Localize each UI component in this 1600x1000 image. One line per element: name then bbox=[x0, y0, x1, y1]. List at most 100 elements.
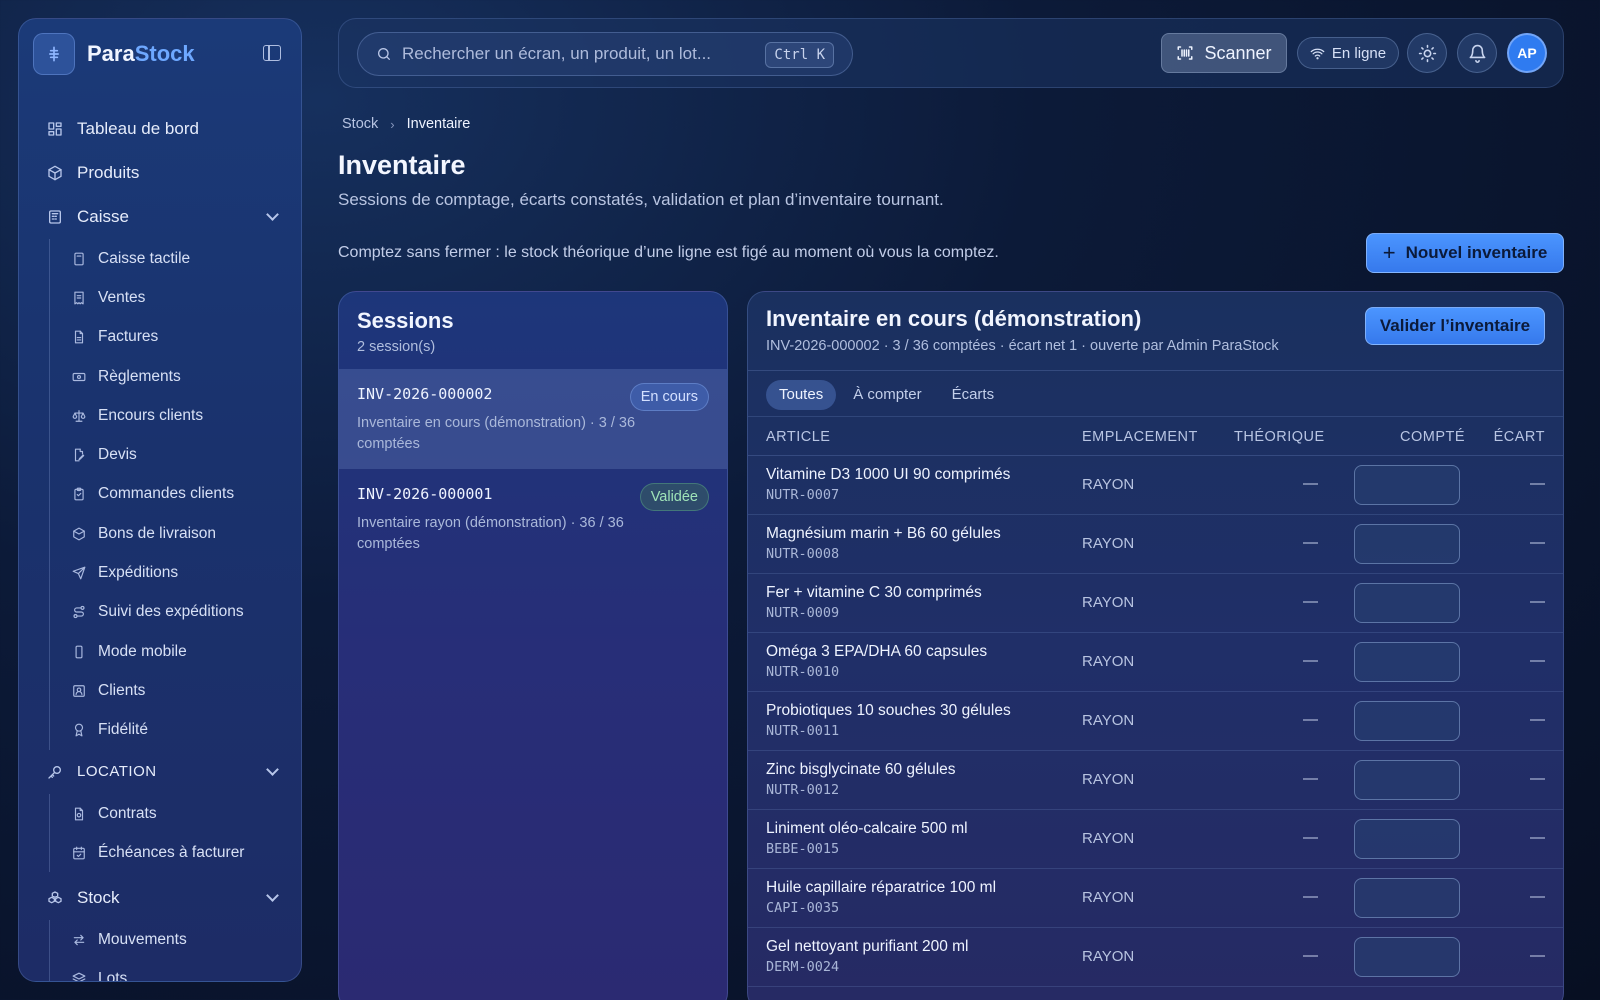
sidebar-item-location[interactable]: LOCATION bbox=[19, 750, 301, 794]
theoretical-value: — bbox=[1303, 534, 1318, 551]
search-box[interactable]: Ctrl K bbox=[357, 32, 853, 76]
banknote-icon bbox=[72, 370, 86, 384]
article-name: Zinc bisglycinate 60 gélules bbox=[766, 761, 956, 778]
counted-input[interactable] bbox=[1354, 760, 1460, 800]
wifi-icon bbox=[1310, 46, 1325, 61]
column-gap[interactable]: ÉCART bbox=[1494, 429, 1545, 445]
counted-input[interactable] bbox=[1354, 642, 1460, 682]
article-code: DERM-0024 bbox=[766, 959, 840, 975]
scale-icon bbox=[72, 409, 86, 423]
sidebar-item-devis[interactable]: Devis bbox=[50, 435, 301, 474]
sidebar-item-dashboard[interactable]: Tableau de bord bbox=[19, 107, 301, 151]
article-location: RAYON bbox=[1082, 653, 1135, 670]
column-counted[interactable]: COMPTÉ bbox=[1400, 429, 1465, 445]
article-name: Huile capillaire réparatrice 100 ml bbox=[766, 879, 997, 896]
column-location[interactable]: EMPLACEMENT bbox=[1082, 429, 1198, 445]
chevron-down-icon[interactable] bbox=[266, 208, 279, 221]
sidebar-item-expeditions[interactable]: Expéditions bbox=[50, 553, 301, 592]
scan-button-label: Scanner bbox=[1204, 42, 1272, 63]
divider bbox=[748, 370, 1563, 371]
route-icon bbox=[72, 605, 86, 619]
article-name: Gel nettoyant purifiant 200 ml bbox=[766, 938, 969, 955]
sidebar-item-label: Tableau de bord bbox=[77, 119, 199, 138]
scan-button[interactable]: Scanner bbox=[1161, 33, 1287, 73]
gap-value: — bbox=[1530, 711, 1545, 728]
sidebar-item-factures[interactable]: Factures bbox=[50, 318, 301, 357]
theoretical-value: — bbox=[1303, 829, 1318, 846]
counted-input[interactable] bbox=[1354, 819, 1460, 859]
sidebar-item-products[interactable]: Produits bbox=[19, 151, 301, 195]
counted-input[interactable] bbox=[1354, 937, 1460, 977]
breadcrumb-parent[interactable]: Stock bbox=[342, 116, 378, 132]
article-location: RAYON bbox=[1082, 830, 1135, 847]
sidebar-item-commandes-clients[interactable]: Commandes clients bbox=[50, 475, 301, 514]
article-code: NUTR-0009 bbox=[766, 605, 840, 621]
sidebar-toggle-icon[interactable] bbox=[263, 45, 281, 61]
sessions-panel: Sessions 2 session(s) INV-2026-000002 En… bbox=[338, 291, 728, 1000]
sidebar-item-bons-livraison[interactable]: Bons de livraison bbox=[50, 514, 301, 553]
sessions-title: Sessions bbox=[357, 308, 454, 333]
column-theoretical[interactable]: THÉORIQUE bbox=[1234, 429, 1325, 445]
sidebar-item-fidelite[interactable]: Fidélité bbox=[50, 711, 301, 750]
stock-submenu: Mouvements Lots bbox=[49, 920, 301, 981]
chevron-right-icon: › bbox=[390, 116, 395, 132]
sidebar-item-contrats[interactable]: Contrats bbox=[50, 794, 301, 833]
sidebar-item-stock[interactable]: Stock bbox=[19, 876, 301, 920]
gap-value: — bbox=[1530, 593, 1545, 610]
sidebar-item-mode-mobile[interactable]: Mode mobile bbox=[50, 632, 301, 671]
dashboard-icon bbox=[47, 121, 63, 137]
tab-to-count[interactable]: À compter bbox=[840, 380, 934, 410]
article-code: NUTR-0012 bbox=[766, 782, 840, 798]
column-article[interactable]: ARTICLE bbox=[766, 429, 830, 445]
search-input[interactable] bbox=[402, 44, 762, 64]
tab-all[interactable]: Toutes bbox=[766, 380, 837, 410]
sun-icon bbox=[1418, 44, 1437, 63]
article-location: RAYON bbox=[1082, 712, 1135, 729]
brand[interactable]: ParaStock bbox=[33, 33, 195, 75]
sidebar-item-reglements[interactable]: Règlements bbox=[50, 357, 301, 396]
article-location: RAYON bbox=[1082, 535, 1135, 552]
validate-inventory-button[interactable]: Valider l’inventaire bbox=[1365, 307, 1545, 345]
page-hint: Comptez sans fermer : le stock théorique… bbox=[338, 244, 999, 261]
sidebar-item-caisse-tactile[interactable]: Caisse tactile bbox=[50, 239, 301, 278]
theoretical-value: — bbox=[1303, 593, 1318, 610]
counted-input[interactable] bbox=[1354, 465, 1460, 505]
article-name: Probiotiques 10 souches 30 gélules bbox=[766, 702, 1011, 719]
counted-input[interactable] bbox=[1354, 878, 1460, 918]
sidebar-item-encours-clients[interactable]: Encours clients bbox=[50, 396, 301, 435]
sidebar-item-caisse[interactable]: Caisse bbox=[19, 195, 301, 239]
key-icon bbox=[47, 764, 63, 780]
chevron-down-icon[interactable] bbox=[266, 762, 279, 776]
tab-gaps[interactable]: Écarts bbox=[939, 380, 1008, 410]
session-item[interactable]: INV-2026-000002 En cours Inventaire en c… bbox=[339, 369, 727, 469]
sidebar-item-mouvements[interactable]: Mouvements bbox=[50, 920, 301, 959]
gap-value: — bbox=[1530, 652, 1545, 669]
sidebar-item-suivi-expeditions[interactable]: Suivi des expéditions bbox=[50, 593, 301, 632]
new-inventory-button[interactable]: + Nouvel inventaire bbox=[1366, 233, 1564, 273]
connection-status[interactable]: En ligne bbox=[1297, 37, 1399, 69]
tablet-icon bbox=[72, 252, 86, 266]
article-name: Magnésium marin + B6 60 gélules bbox=[766, 525, 1001, 542]
counted-input[interactable] bbox=[1354, 701, 1460, 741]
session-item[interactable]: INV-2026-000001 Validée Inventaire rayon… bbox=[339, 469, 727, 569]
session-description: Inventaire rayon (démonstration) · 36 / … bbox=[357, 515, 624, 552]
gap-value: — bbox=[1530, 475, 1545, 492]
avatar[interactable]: AP bbox=[1507, 33, 1547, 73]
theoretical-value: — bbox=[1303, 475, 1318, 492]
sidebar-item-label: Suivi des expéditions bbox=[98, 603, 244, 621]
calendar-check-icon bbox=[72, 846, 86, 860]
sidebar-item-clients[interactable]: Clients bbox=[50, 671, 301, 710]
counted-input[interactable] bbox=[1354, 524, 1460, 564]
sidebar-item-lots[interactable]: Lots bbox=[50, 960, 301, 981]
sidebar-item-echeances[interactable]: Échéances à facturer bbox=[50, 833, 301, 872]
boxes-icon bbox=[72, 527, 86, 541]
sidebar-item-ventes[interactable]: Ventes bbox=[50, 278, 301, 317]
chevron-down-icon[interactable] bbox=[266, 889, 279, 903]
notifications-button[interactable] bbox=[1457, 33, 1497, 73]
theme-toggle-button[interactable] bbox=[1407, 33, 1447, 73]
counted-input[interactable] bbox=[1354, 583, 1460, 623]
new-inventory-label: Nouvel inventaire bbox=[1405, 243, 1548, 262]
status-label: En ligne bbox=[1331, 44, 1387, 62]
theoretical-value: — bbox=[1303, 711, 1318, 728]
table-body: Vitamine D3 1000 UI 90 comprimés NUTR-000… bbox=[748, 456, 1563, 987]
